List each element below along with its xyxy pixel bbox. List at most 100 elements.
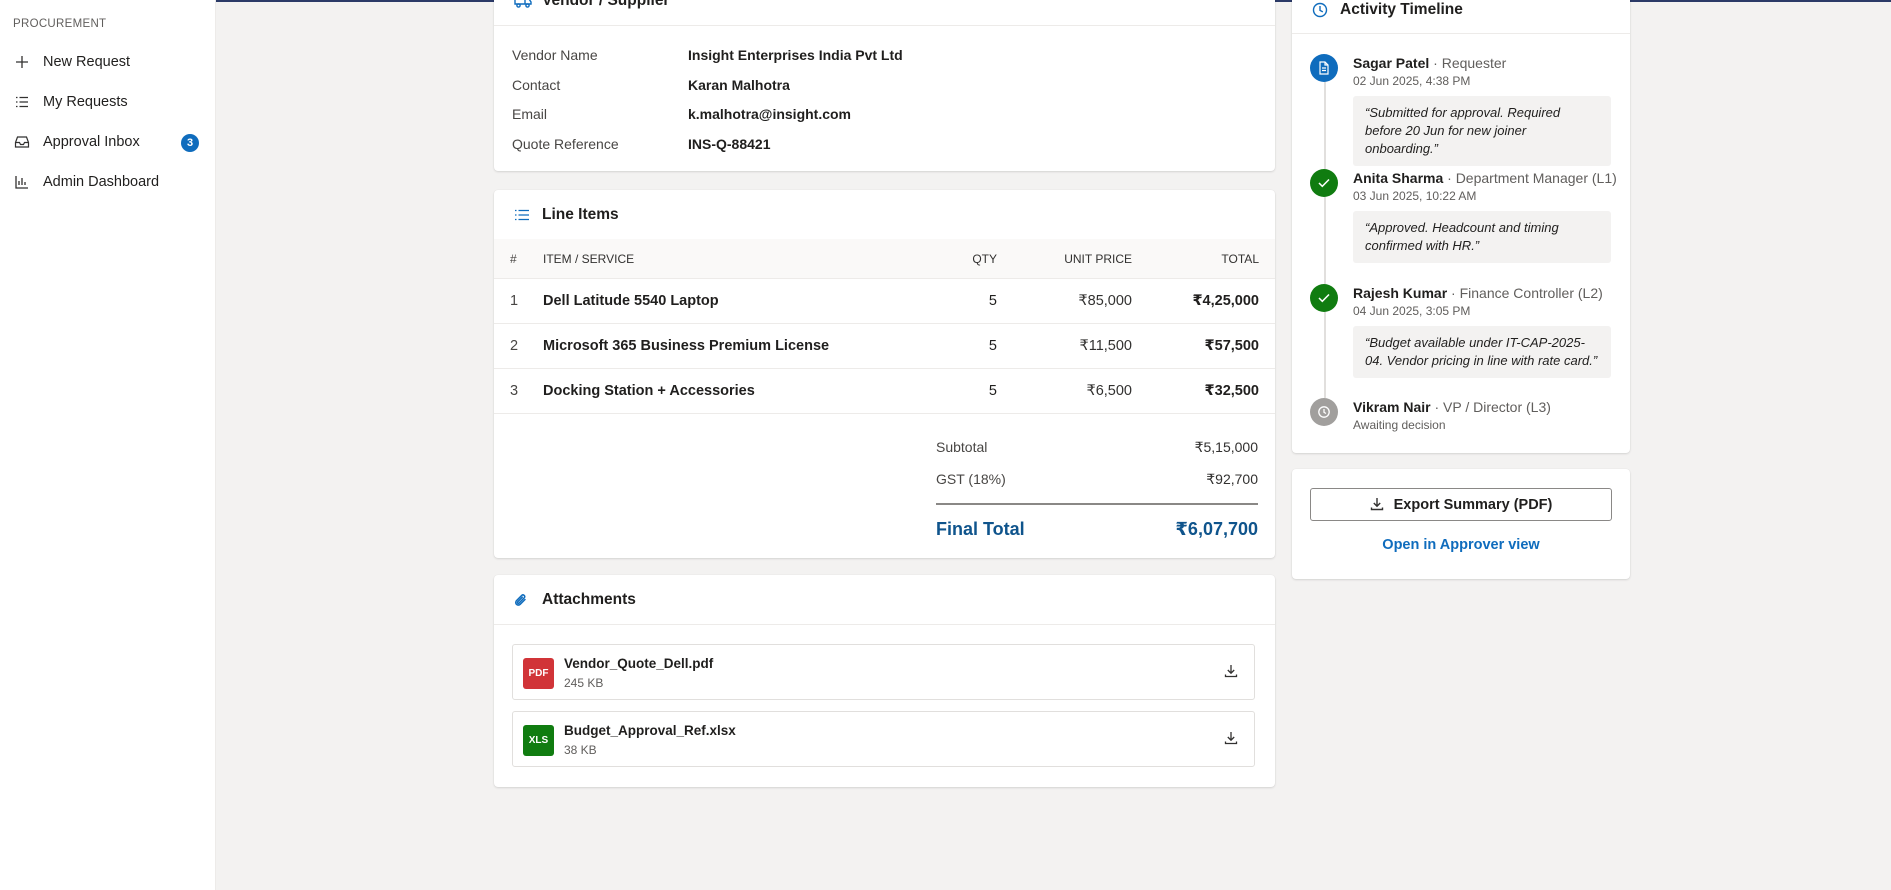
sidebar-item-admin-dashboard[interactable]: Admin Dashboard xyxy=(0,162,215,202)
file-name: Vendor_Quote_Dell.pdf xyxy=(564,656,714,671)
file-name: Budget_Approval_Ref.xlsx xyxy=(564,723,736,738)
list-icon xyxy=(514,206,532,224)
row-unit-price: ₹6,500 xyxy=(1086,383,1132,399)
pdf-file-icon: PDF xyxy=(523,658,554,689)
actor-role: · Requester xyxy=(1429,55,1507,71)
col-header-total: TOTAL xyxy=(1221,252,1259,266)
open-approver-view-link[interactable]: Open in Approver view xyxy=(1292,537,1630,553)
table-row: 2 Microsoft 365 Business Premium License… xyxy=(494,324,1275,369)
row-unit-price: ₹85,000 xyxy=(1078,293,1132,309)
table-row: 3 Docking Station + Accessories 5 ₹6,500… xyxy=(494,369,1275,414)
sidebar-item-label: Approval Inbox xyxy=(43,134,140,150)
field-label: Vendor Name xyxy=(512,47,598,63)
gst-row: GST (18%) ₹92,700 xyxy=(936,465,1258,497)
timeline-status: Awaiting decision xyxy=(1353,418,1446,432)
row-num: 1 xyxy=(510,293,519,309)
gst-value: ₹92,700 xyxy=(1206,471,1258,487)
actor-role: · Finance Controller (L2) xyxy=(1447,285,1603,301)
subtotal-label: Subtotal xyxy=(936,439,988,455)
check-icon xyxy=(1310,284,1338,312)
actor-name: Vikram Nair xyxy=(1353,399,1431,415)
paperclip-icon xyxy=(514,591,532,609)
download-icon[interactable] xyxy=(1224,731,1240,747)
file-size: 38 KB xyxy=(564,743,597,757)
row-total: ₹4,25,000 xyxy=(1192,293,1259,309)
row-qty: 5 xyxy=(988,383,997,399)
sidebar-section-title: PROCUREMENT xyxy=(13,18,107,30)
field-label: Contact xyxy=(512,77,561,93)
col-header-item: ITEM / SERVICE xyxy=(543,252,635,266)
timeline-time: 03 Jun 2025, 10:22 AM xyxy=(1353,189,1477,203)
subtotal-row: Subtotal ₹5,15,000 xyxy=(936,433,1258,465)
actor-name: Anita Sharma xyxy=(1353,170,1444,186)
sidebar-item-my-requests[interactable]: My Requests xyxy=(0,82,215,122)
line-items-header: Line Items xyxy=(494,190,1275,240)
row-unit-price: ₹11,500 xyxy=(1079,338,1133,354)
timeline-actor: Rajesh Kumar · Finance Controller (L2) xyxy=(1353,285,1603,301)
row-item: Microsoft 365 Business Premium License xyxy=(543,338,830,354)
download-icon[interactable] xyxy=(1224,664,1240,680)
export-summary-button[interactable]: Export Summary (PDF) xyxy=(1310,488,1612,521)
row-item: Dell Latitude 5540 Laptop xyxy=(543,293,719,309)
email-value: k.malhotra@insight.com xyxy=(688,106,852,122)
row-num: 3 xyxy=(510,383,519,399)
actions-card: Export Summary (PDF) Open in Approver vi… xyxy=(1292,469,1630,579)
col-header-unit-price: UNIT PRICE xyxy=(1064,252,1132,266)
vendor-card: Vendor / Supplier Vendor Name Insight En… xyxy=(494,0,1275,171)
subtotal-value: ₹5,15,000 xyxy=(1194,439,1258,455)
attachments-card: Attachments PDF Vendor_Quote_Dell.pdf 24… xyxy=(494,575,1275,787)
timeline-actor: Anita Sharma · Department Manager (L1) xyxy=(1353,170,1617,186)
field-label: Email xyxy=(512,106,548,122)
inbox-count-badge: 3 xyxy=(181,134,199,152)
final-total-value: ₹6,07,700 xyxy=(1175,519,1258,539)
export-summary-label: Export Summary (PDF) xyxy=(1393,496,1553,513)
row-qty: 5 xyxy=(988,293,997,309)
pending-clock-icon xyxy=(1310,398,1338,426)
attachments-header: Attachments xyxy=(494,575,1275,625)
attachments-title: Attachments xyxy=(542,590,636,608)
sidebar-item-new-request[interactable]: New Request xyxy=(0,42,215,82)
quote-reference-value: INS-Q-88421 xyxy=(688,136,771,152)
timeline-note: “Budget available under IT-CAP-2025-04. … xyxy=(1353,326,1611,378)
attachment-item[interactable]: PDF Vendor_Quote_Dell.pdf 245 KB xyxy=(512,644,1255,700)
line-items-card: Line Items # ITEM / SERVICE QTY UNIT PRI… xyxy=(494,190,1275,558)
sidebar-item-label: My Requests xyxy=(43,94,128,110)
vendor-card-header: Vendor / Supplier xyxy=(494,0,1275,26)
activity-timeline-card: Activity Timeline Sagar Patel · Requeste… xyxy=(1292,0,1630,453)
actor-name: Sagar Patel xyxy=(1353,55,1430,71)
timeline-title: Activity Timeline xyxy=(1340,0,1463,18)
row-num: 2 xyxy=(510,338,519,354)
chart-icon xyxy=(14,174,30,190)
table-row: 1 Dell Latitude 5540 Laptop 5 ₹85,000 ₹4… xyxy=(494,279,1275,324)
download-icon xyxy=(1370,497,1386,513)
attachment-item[interactable]: XLS Budget_Approval_Ref.xlsx 38 KB xyxy=(512,711,1255,767)
actor-name: Rajesh Kumar xyxy=(1353,285,1448,301)
timeline-connector xyxy=(1324,68,1326,398)
list-icon xyxy=(14,94,30,110)
sidebar-item-approval-inbox[interactable]: Approval Inbox 3 xyxy=(0,122,215,162)
timeline-actor: Vikram Nair · VP / Director (L3) xyxy=(1353,399,1551,415)
sidebar: PROCUREMENT New Request My Requests Appr… xyxy=(0,0,216,890)
truck-icon xyxy=(514,0,532,10)
final-total-row: Final Total ₹6,07,700 xyxy=(936,505,1258,555)
line-items-table: # ITEM / SERVICE QTY UNIT PRICE TOTAL 1 … xyxy=(494,239,1275,414)
plus-icon xyxy=(14,54,30,70)
sidebar-item-label: New Request xyxy=(43,54,131,70)
xls-file-icon: XLS xyxy=(523,725,554,756)
line-items-title: Line Items xyxy=(542,205,619,223)
gst-label: GST (18%) xyxy=(936,471,1006,487)
col-header-num: # xyxy=(510,252,517,266)
timeline-note: “Approved. Headcount and timing confirme… xyxy=(1353,211,1611,263)
totals-block: Subtotal ₹5,15,000 GST (18%) ₹92,700 Fin… xyxy=(936,433,1258,555)
timeline-header: Activity Timeline xyxy=(1292,0,1630,34)
vendor-card-title: Vendor / Supplier xyxy=(542,0,670,9)
row-total: ₹57,500 xyxy=(1204,338,1259,354)
field-label: Quote Reference xyxy=(512,136,619,152)
table-header: # ITEM / SERVICE QTY UNIT PRICE TOTAL xyxy=(494,239,1275,279)
document-icon xyxy=(1310,54,1338,82)
row-qty: 5 xyxy=(988,338,997,354)
sidebar-item-label: Admin Dashboard xyxy=(43,174,160,190)
timeline-time: 04 Jun 2025, 3:05 PM xyxy=(1353,304,1471,318)
col-header-qty: QTY xyxy=(972,252,997,266)
file-size: 245 KB xyxy=(564,676,604,690)
